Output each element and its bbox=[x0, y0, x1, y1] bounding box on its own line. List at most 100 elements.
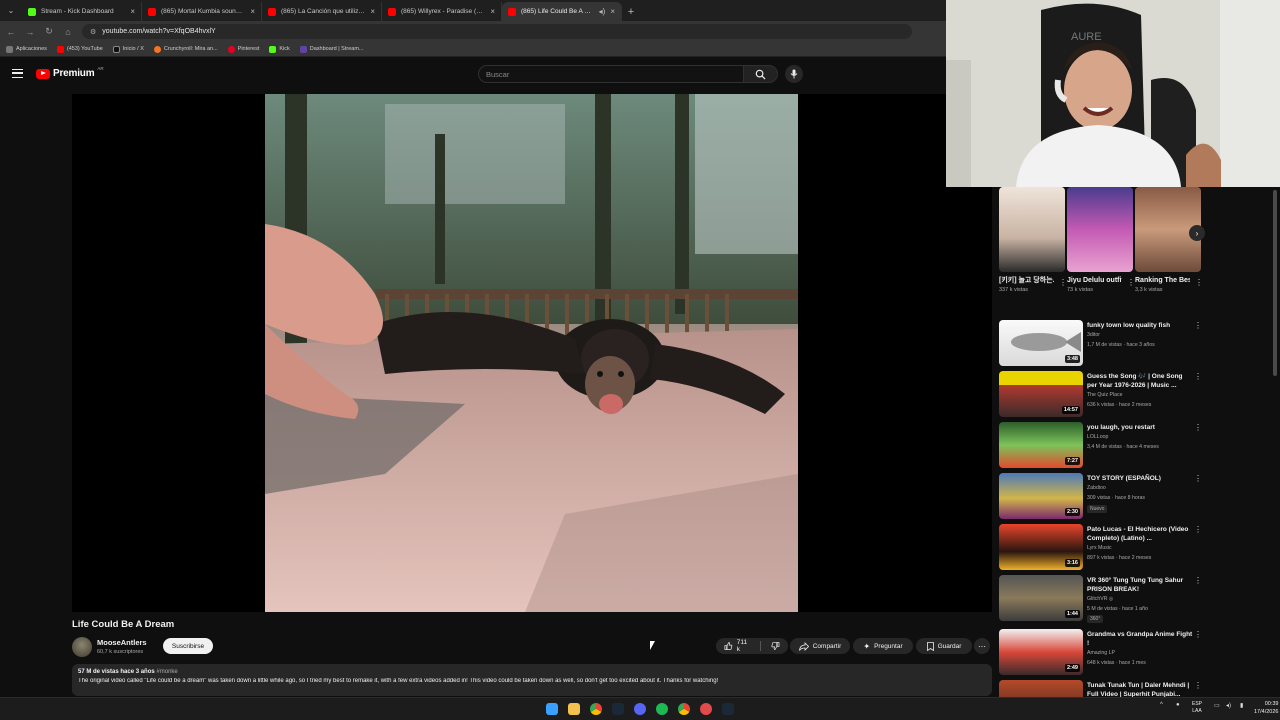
video-title[interactable]: Pato Lucas - El Hechicero (Video Complet… bbox=[1087, 525, 1193, 543]
more-options-icon[interactable]: ⋮ bbox=[1194, 372, 1202, 381]
channel-avatar[interactable] bbox=[72, 637, 92, 657]
url-field[interactable]: ⚙ youtube.com/watch?v=XfqOB4hvxlY bbox=[82, 24, 912, 39]
recommendation-item[interactable]: Tunak Tunak Tun | Daler Mehndi | Full Vi… bbox=[999, 680, 1204, 697]
tab-search-icon[interactable]: ⌄ bbox=[0, 0, 22, 21]
close-tab-icon[interactable]: × bbox=[490, 7, 495, 16]
more-options-icon[interactable]: ⋮ bbox=[1194, 525, 1202, 534]
bookmark-crunchyroll[interactable]: Crunchyroll: Mira an... bbox=[153, 45, 218, 53]
close-tab-icon[interactable]: × bbox=[250, 7, 255, 16]
channel-name[interactable]: LOLLoop bbox=[1087, 434, 1108, 440]
more-options-icon[interactable]: ⋮ bbox=[1194, 630, 1202, 639]
site-info-icon[interactable]: ⚙ bbox=[90, 28, 96, 36]
more-options-icon[interactable]: ⋮ bbox=[1194, 576, 1202, 585]
mic-tray-icon[interactable]: ● bbox=[1176, 702, 1180, 708]
ask-button[interactable]: ✦ Preguntar bbox=[853, 638, 913, 654]
tab-4-active[interactable]: (865) Life Could Be A Dream ◂) × bbox=[502, 2, 622, 21]
short-thumbnail[interactable] bbox=[1067, 187, 1133, 272]
clock[interactable]: 00:39 17/4/2026 bbox=[1254, 701, 1278, 716]
recommendation-item[interactable]: 3:48 funky town low quality fish 3ditor … bbox=[999, 320, 1204, 370]
close-tab-icon[interactable]: × bbox=[370, 7, 375, 16]
steam-icon[interactable] bbox=[722, 703, 734, 715]
more-options-icon[interactable]: ⋮ bbox=[1194, 423, 1202, 432]
more-options-icon[interactable]: ⋮ bbox=[1127, 278, 1135, 287]
recommendation-item[interactable]: 2:49 Grandma vs Grandpa Anime Fight ! Am… bbox=[999, 629, 1204, 679]
bookmark-kick[interactable]: Kick bbox=[269, 45, 290, 53]
recommendation-item[interactable]: 3:16 Pato Lucas - El Hechicero (Video Co… bbox=[999, 524, 1204, 574]
network-icon[interactable]: ▭ bbox=[1214, 702, 1220, 709]
speaker-icon[interactable]: ◂) bbox=[599, 7, 606, 16]
video-frame[interactable] bbox=[265, 94, 798, 612]
short-item[interactable]: Ranking The Best Funny ... 3,3 k vistas … bbox=[1135, 187, 1203, 293]
video-title[interactable]: you laugh, you restart bbox=[1087, 423, 1193, 432]
channel-name[interactable]: 3ditor bbox=[1087, 332, 1100, 338]
chrome-icon[interactable] bbox=[590, 703, 602, 715]
sidebar-scrollbar[interactable] bbox=[1273, 190, 1277, 376]
more-options-icon[interactable]: ⋮ bbox=[1059, 278, 1067, 287]
video-title[interactable]: Guess the Song 🎶 | One Song per Year 197… bbox=[1087, 372, 1193, 390]
file-explorer-icon[interactable] bbox=[568, 703, 580, 715]
subscribe-button[interactable]: Suscribirse bbox=[163, 638, 213, 654]
video-thumbnail[interactable]: 2:49 bbox=[999, 629, 1083, 675]
shorts-next-button[interactable]: › bbox=[1189, 225, 1205, 241]
more-options-icon[interactable]: ⋮ bbox=[1194, 681, 1202, 690]
video-thumbnail[interactable] bbox=[999, 680, 1083, 697]
chrome-icon[interactable] bbox=[678, 703, 690, 715]
search-input[interactable]: Buscar bbox=[478, 65, 744, 83]
chevron-up-icon[interactable]: ^ bbox=[1160, 702, 1163, 708]
new-tab-button[interactable]: + bbox=[622, 2, 640, 21]
reload-icon[interactable]: ↻ bbox=[44, 26, 54, 37]
channel-name[interactable]: Zabdioo bbox=[1087, 485, 1106, 491]
channel-name[interactable]: Amazing LP bbox=[1087, 650, 1115, 656]
channel-name[interactable]: The Quiz Place bbox=[1087, 392, 1122, 398]
back-icon[interactable]: ← bbox=[6, 27, 16, 37]
bookmark-dashboard[interactable]: Dashboard | Stream... bbox=[299, 45, 363, 53]
more-options-icon[interactable]: ⋮ bbox=[1194, 474, 1202, 483]
video-thumbnail[interactable]: 2:30 bbox=[999, 473, 1083, 519]
search-button[interactable] bbox=[744, 65, 778, 83]
volume-icon[interactable]: ◂) bbox=[1226, 702, 1231, 709]
recommendation-item[interactable]: 2:30 TOY STORY (ESPAÑOL) Zabdioo 309 vis… bbox=[999, 473, 1204, 523]
like-button[interactable]: 711 k bbox=[724, 639, 750, 653]
menu-icon[interactable] bbox=[12, 69, 23, 78]
video-title[interactable]: Tunak Tunak Tun | Daler Mehndi | Full Vi… bbox=[1087, 681, 1193, 697]
video-title[interactable]: funky town low quality fish bbox=[1087, 321, 1193, 330]
close-tab-icon[interactable]: × bbox=[130, 7, 135, 16]
steam-icon[interactable] bbox=[612, 703, 624, 715]
youtube-logo[interactable]: Premium AR bbox=[36, 66, 104, 79]
tab-0[interactable]: Stream - Kick Dashboard × bbox=[22, 2, 142, 21]
video-title[interactable]: Grandma vs Grandpa Anime Fight ! bbox=[1087, 630, 1193, 648]
short-title[interactable]: [키키] 놀고 당하는... bbox=[999, 276, 1054, 285]
spotify-icon[interactable] bbox=[656, 703, 668, 715]
channel-name[interactable]: Lyrx Music bbox=[1087, 545, 1112, 551]
app-icon[interactable] bbox=[700, 703, 712, 715]
bookmark-x[interactable]: Inicio / X bbox=[112, 45, 144, 53]
bookmark-pinterest[interactable]: Pinterest bbox=[227, 45, 259, 53]
tab-2[interactable]: (865) La Canción que utiliza W... × bbox=[262, 2, 382, 21]
recommendation-item[interactable]: 14:57 Guess the Song 🎶 | One Song per Ye… bbox=[999, 371, 1204, 421]
video-title[interactable]: VR 360° Tung Tung Tung Sahur PRISON BREA… bbox=[1087, 576, 1193, 594]
tab-1[interactable]: (865) Mortal Kumbia soundtra... × bbox=[142, 2, 262, 21]
forward-icon[interactable]: → bbox=[25, 27, 35, 37]
video-thumbnail[interactable]: 1:44 bbox=[999, 575, 1083, 621]
short-title[interactable]: Ranking The Best Funny ... bbox=[1135, 276, 1190, 285]
home-icon[interactable]: ⌂ bbox=[63, 27, 73, 37]
save-button[interactable]: Guardar bbox=[916, 638, 972, 654]
thumbs-down-icon[interactable] bbox=[771, 641, 780, 651]
recommendation-item[interactable]: 7:27 you laugh, you restart LOLLoop 3,4 … bbox=[999, 422, 1204, 472]
recommendation-item[interactable]: 1:44 VR 360° Tung Tung Tung Sahur PRISON… bbox=[999, 575, 1204, 625]
video-thumbnail[interactable]: 7:27 bbox=[999, 422, 1083, 468]
short-thumbnail[interactable] bbox=[999, 187, 1065, 272]
voice-search-button[interactable] bbox=[785, 65, 803, 83]
short-title[interactable]: Jiyu Delulu outfit ... bbox=[1067, 276, 1122, 285]
hashtag-link[interactable]: #monke bbox=[156, 669, 177, 675]
share-button[interactable]: Compartir bbox=[790, 638, 850, 654]
description-box[interactable]: 57 M de vistas hace 3 años #monke The or… bbox=[72, 664, 992, 696]
video-thumbnail[interactable]: 14:57 bbox=[999, 371, 1083, 417]
bookmark-apps[interactable]: Aplicaciones bbox=[6, 45, 47, 53]
language-indicator[interactable]: ESP LAA bbox=[1192, 701, 1202, 715]
close-tab-icon[interactable]: × bbox=[610, 7, 615, 16]
battery-icon[interactable]: ▮ bbox=[1240, 702, 1243, 709]
windows-start-icon[interactable] bbox=[546, 703, 558, 715]
discord-icon[interactable] bbox=[634, 703, 646, 715]
video-title[interactable]: TOY STORY (ESPAÑOL) bbox=[1087, 474, 1193, 483]
